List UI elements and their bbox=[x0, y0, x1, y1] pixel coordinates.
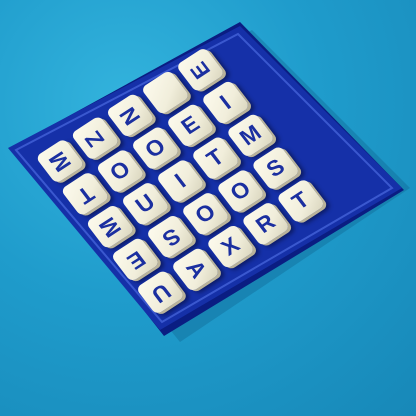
cube-letter: O bbox=[190, 198, 221, 229]
cube-letter: S bbox=[261, 153, 290, 182]
cube-letter: T bbox=[201, 144, 229, 172]
cube-letter: S bbox=[156, 222, 185, 252]
cube-letter: U bbox=[146, 278, 176, 308]
cube-letter: I bbox=[169, 168, 191, 193]
cube-letter: M bbox=[43, 146, 77, 176]
cube-letter: U bbox=[130, 188, 160, 218]
cube-letter: M bbox=[93, 212, 127, 242]
cube-letter: E bbox=[176, 110, 205, 140]
cube-letter: R bbox=[250, 208, 280, 238]
photo-scene: MZNETOOEIMUITMESOOSUAXRT bbox=[0, 0, 416, 416]
cube-letter: X bbox=[216, 232, 245, 261]
cube-letter: E bbox=[121, 245, 150, 274]
cube-letter: M bbox=[234, 119, 266, 151]
cube-letter: I bbox=[214, 90, 236, 114]
cube-letter: O bbox=[104, 155, 136, 186]
cube-letter: E bbox=[184, 57, 216, 83]
cube-letter: Z bbox=[79, 126, 110, 151]
cube-letter: T bbox=[287, 186, 314, 215]
cube-letter: A bbox=[180, 255, 212, 283]
cube-letter: O bbox=[225, 175, 256, 206]
cube-letter: T bbox=[71, 180, 99, 208]
cube-letter: O bbox=[140, 132, 171, 163]
cube-letter: N bbox=[114, 102, 146, 129]
